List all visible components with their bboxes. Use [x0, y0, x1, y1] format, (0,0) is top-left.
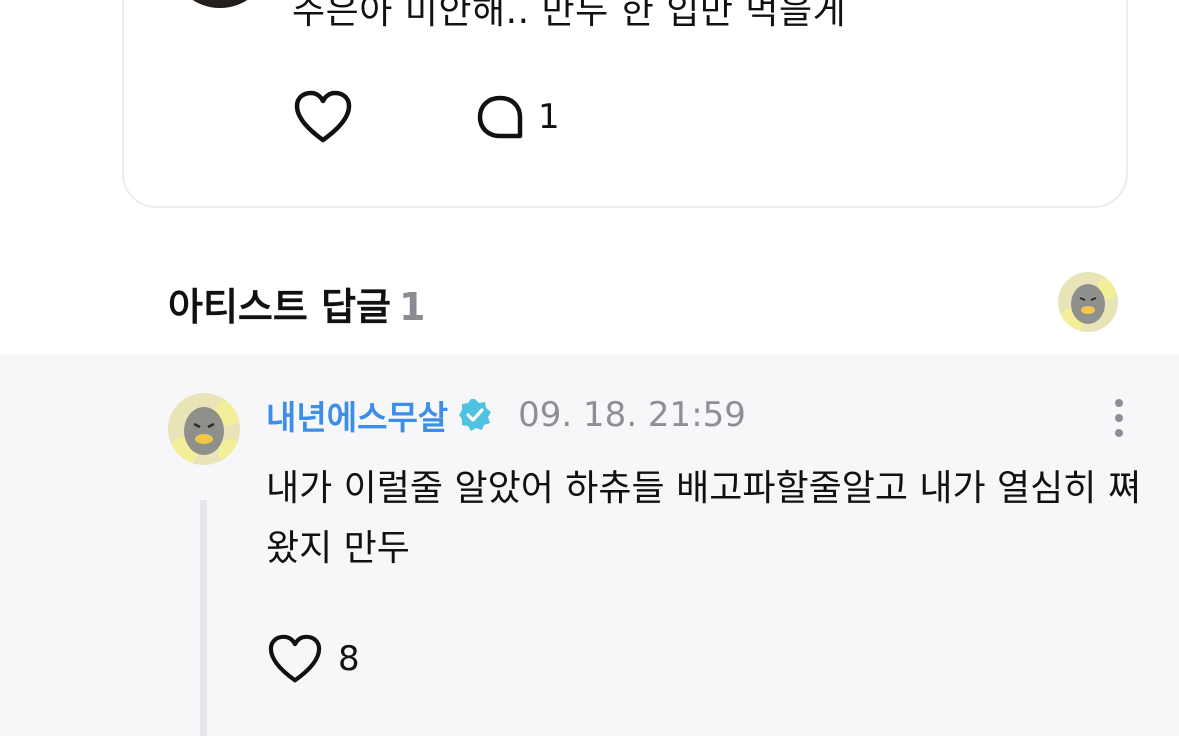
- artist-replies-count: 1: [399, 285, 426, 329]
- duck-character-icon: [1058, 272, 1118, 332]
- reply-like-count: 8: [338, 639, 360, 679]
- artist-avatar[interactable]: [1058, 272, 1118, 332]
- post-card: 주은아 미안해.. 만두 한 입만 먹을게 1: [122, 0, 1128, 208]
- comment-thread-page: 주은아 미안해.. 만두 한 입만 먹을게 1 아티스트 답글 1 내년에스무살…: [0, 0, 1179, 736]
- heart-outline-icon: [268, 634, 322, 683]
- artist-reply: 내년에스무살 09. 18. 21:59 내가 이럴줄 알았어 하츄들 배고파할…: [0, 355, 1179, 736]
- reply-author-avatar[interactable]: [168, 393, 240, 465]
- duck-character-icon: [168, 393, 240, 465]
- reply-text: 내가 이럴줄 알았어 하츄들 배고파할줄알고 내가 열심히 쪄왔지 만두: [266, 468, 1141, 569]
- reply-like-button[interactable]: 8: [268, 633, 360, 685]
- post-like-button[interactable]: [294, 90, 352, 144]
- more-options-icon[interactable]: [1106, 397, 1132, 439]
- heart-outline-icon: [294, 90, 352, 143]
- artist-replies-header: 아티스트 답글 1: [168, 276, 425, 331]
- post-author-avatar[interactable]: [174, 0, 266, 8]
- thread-line: [200, 500, 207, 736]
- post-text: 주은아 미안해.. 만두 한 입만 먹을게: [292, 0, 847, 32]
- reply-author-name[interactable]: 내년에스무살: [266, 391, 448, 439]
- post-comment-count: 1: [538, 97, 560, 137]
- reply-meta: 내년에스무살 09. 18. 21:59: [266, 395, 746, 437]
- post-comment-button[interactable]: 1: [476, 94, 560, 140]
- reply-timestamp: 09. 18. 21:59: [518, 395, 746, 435]
- verified-badge-icon: [459, 399, 492, 431]
- speech-bubble-icon: [477, 95, 523, 139]
- artist-replies-title: 아티스트 답글: [168, 285, 391, 329]
